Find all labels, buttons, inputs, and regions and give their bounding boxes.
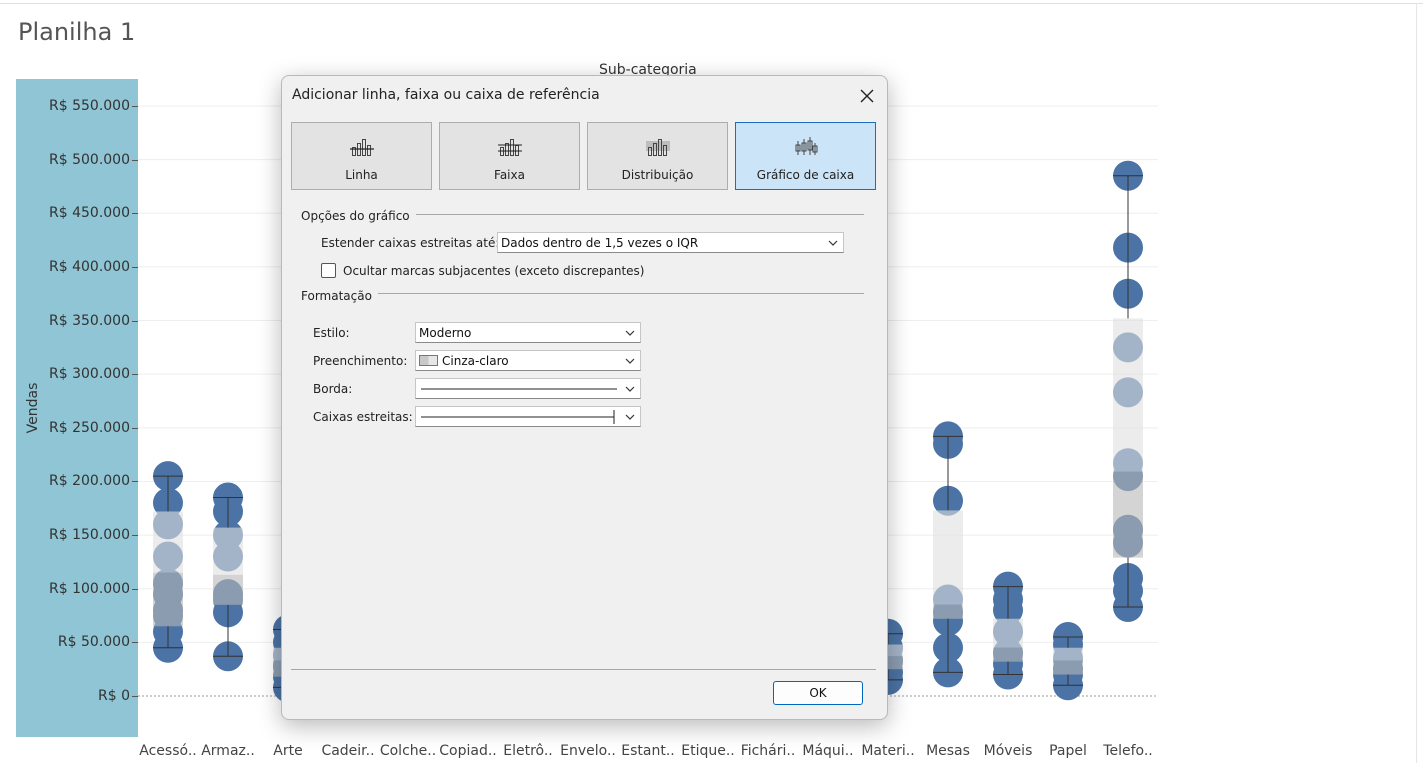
x-tick-label[interactable]: Estant.. xyxy=(621,743,674,759)
chevron-down-icon xyxy=(828,240,838,246)
type-line-button[interactable]: Linha xyxy=(291,122,432,190)
x-tick-label[interactable]: Arte xyxy=(273,743,302,759)
extend-label: Estender caixas estreitas até: xyxy=(321,236,500,250)
box-plot-icon xyxy=(795,137,817,155)
format-section-label: Formatação xyxy=(301,289,378,303)
fill-select[interactable]: Cinza-claro xyxy=(415,350,641,371)
box-upper xyxy=(993,618,1023,648)
box-lower xyxy=(153,572,183,627)
box-upper xyxy=(213,527,243,575)
box-upper xyxy=(153,511,183,573)
x-tick-label[interactable]: Mesas xyxy=(926,743,970,759)
close-button[interactable] xyxy=(855,84,879,108)
close-icon xyxy=(860,89,874,103)
hide-marks-label: Ocultar marcas subjacentes (exceto discr… xyxy=(343,264,645,278)
x-tick-label[interactable]: Telefo.. xyxy=(1103,743,1152,759)
chevron-down-icon xyxy=(625,414,635,420)
x-tick-label[interactable]: Envelo.. xyxy=(560,743,616,759)
extend-value: Dados dentro de 1,5 vezes o IQR xyxy=(501,236,699,250)
box-lower xyxy=(213,574,243,605)
band-chart-icon xyxy=(497,139,522,156)
box-upper xyxy=(933,510,963,605)
whisker-line-icon xyxy=(421,410,615,424)
style-label: Estilo: xyxy=(313,326,350,340)
chevron-down-icon xyxy=(625,330,635,336)
options-section-label: Opções do gráfico xyxy=(301,209,416,223)
line-chart-icon xyxy=(349,139,374,156)
style-value: Moderno xyxy=(419,326,472,340)
box-lower xyxy=(933,604,963,619)
type-band-button[interactable]: Faixa xyxy=(439,122,580,190)
x-tick-label[interactable]: Fichári.. xyxy=(741,743,796,759)
extend-select[interactable]: Dados dentro de 1,5 vezes o IQR xyxy=(497,232,844,253)
type-boxplot-button[interactable]: Gráfico de caixa xyxy=(735,122,876,190)
x-tick-label[interactable]: Materi.. xyxy=(861,743,914,759)
options-divider xyxy=(411,214,864,215)
x-tick-label[interactable]: Papel xyxy=(1049,743,1087,759)
x-tick-label[interactable]: Etique.. xyxy=(681,743,735,759)
reference-line-dialog: Adicionar linha, faixa ou caixa de refer… xyxy=(281,75,888,720)
box-lower xyxy=(1053,660,1083,675)
style-select[interactable]: Moderno xyxy=(415,322,641,343)
fill-label: Preenchimento: xyxy=(313,354,408,368)
dialog-title: Adicionar linha, faixa ou caixa de refer… xyxy=(292,87,600,103)
box-upper xyxy=(1053,647,1083,661)
chevron-down-icon xyxy=(625,358,635,364)
chevron-down-icon xyxy=(625,386,635,392)
footer-divider xyxy=(291,669,876,670)
type-band-label: Faixa xyxy=(494,168,525,182)
fill-value: Cinza-claro xyxy=(442,354,509,368)
type-distribution-button[interactable]: Distribuição xyxy=(587,122,728,190)
hide-marks-checkbox[interactable] xyxy=(321,263,336,278)
format-divider xyxy=(376,293,864,294)
type-distribution-label: Distribuição xyxy=(621,168,694,182)
x-tick-label[interactable]: Máqui.. xyxy=(802,743,853,759)
type-boxplot-label: Gráfico de caixa xyxy=(756,168,855,182)
box-lower xyxy=(993,647,1023,662)
whiskers-select[interactable] xyxy=(415,406,641,427)
border-select[interactable] xyxy=(415,378,641,399)
x-tick-label[interactable]: Copiad.. xyxy=(439,743,496,759)
fill-swatch-icon xyxy=(419,355,438,366)
distribution-chart-icon xyxy=(645,139,670,156)
x-tick-label[interactable]: Acessó.. xyxy=(139,743,196,759)
border-line-icon xyxy=(421,388,617,390)
border-label: Borda: xyxy=(313,382,353,396)
x-tick-label[interactable]: Eletrô.. xyxy=(503,743,553,759)
x-tick-label[interactable]: Armaz.. xyxy=(201,743,255,759)
x-tick-label[interactable]: Cadeir.. xyxy=(321,743,374,759)
ok-button[interactable]: OK xyxy=(773,681,863,705)
type-line-label: Linha xyxy=(345,168,378,182)
box-lower xyxy=(1113,471,1143,558)
whiskers-label: Caixas estreitas: xyxy=(313,410,413,424)
x-tick-label[interactable]: Móveis xyxy=(984,743,1033,759)
box-upper xyxy=(1113,318,1143,472)
x-tick-label[interactable]: Colche.. xyxy=(380,743,436,759)
